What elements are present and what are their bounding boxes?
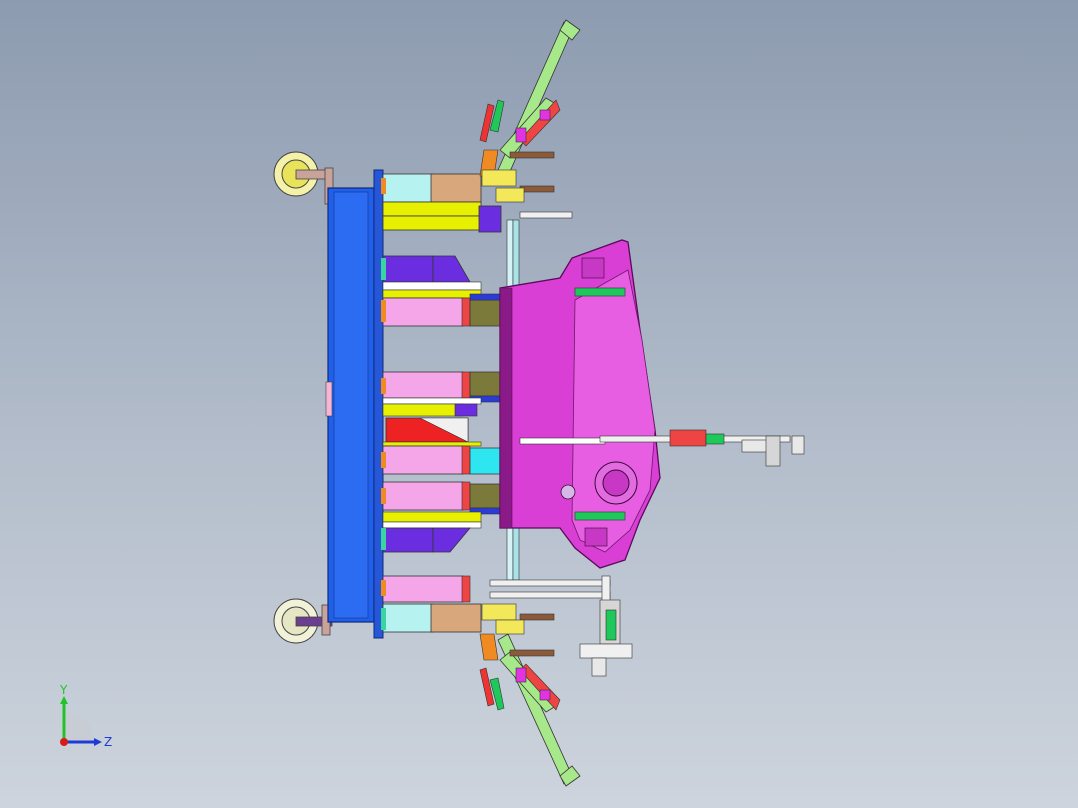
caster-wheel-bottom	[273, 598, 333, 644]
z-axis-label: Z	[104, 735, 112, 749]
cad-viewport[interactable]: Y Z	[0, 0, 1078, 808]
triad-quadrant	[64, 712, 94, 742]
probe-arm-bottom	[579, 599, 633, 677]
toggle-clamp-bottom	[479, 603, 581, 787]
x-axis-origin	[60, 738, 68, 746]
y-axis-arrowhead	[60, 696, 68, 704]
base-plate	[325, 169, 384, 639]
fixture-model[interactable]	[0, 0, 1078, 808]
y-axis-label: Y	[59, 684, 68, 697]
z-axis-arrowhead	[94, 738, 102, 746]
workpiece-magenta-panel	[499, 239, 661, 569]
toggle-clamp-top	[479, 19, 581, 219]
caster-wheel-top	[273, 151, 334, 205]
orientation-triad: Y Z	[59, 684, 112, 749]
